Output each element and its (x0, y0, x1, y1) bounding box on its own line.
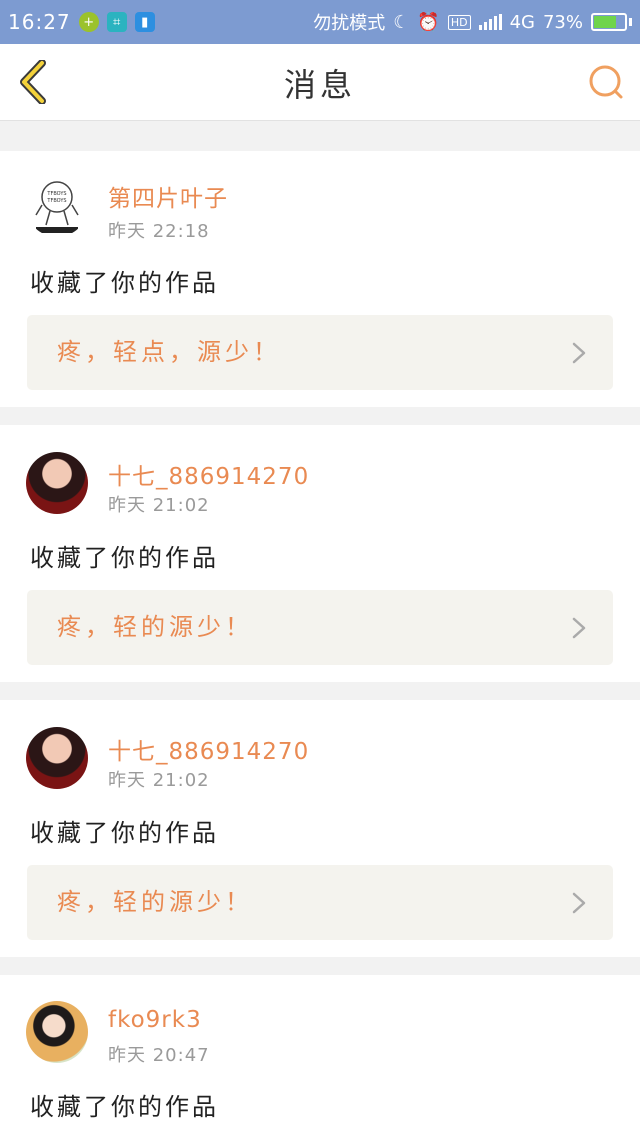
page-title: 消息 (283, 65, 356, 104)
quoted-work[interactable]: 疼，轻的源少！ (27, 590, 613, 665)
username[interactable]: 十七_886914270 (108, 457, 309, 491)
status-time: 16:27 (8, 10, 71, 34)
action-text: 收藏了你的作品 (30, 544, 219, 572)
chevron-right-icon (572, 892, 586, 914)
quoted-work-text: 疼，轻点，源少！ (57, 338, 281, 366)
plus-notification-icon: + (78, 12, 99, 32)
battery-fill (594, 16, 616, 28)
action-text: 收藏了你的作品 (30, 819, 219, 847)
search-button[interactable] (586, 62, 626, 102)
timestamp: 昨天 21:02 (108, 770, 210, 791)
quoted-work-text: 疼，轻的源少！ (57, 613, 253, 641)
hd-icon: HD (447, 14, 471, 30)
avatar[interactable]: TFBOYS TFBOYS (26, 175, 88, 237)
quoted-work-text: 疼，轻的源少！ (57, 888, 253, 916)
quoted-work[interactable]: 疼，轻点，源少！ (27, 315, 613, 390)
tfboys-sketch-icon: TFBOYS TFBOYS (35, 181, 79, 233)
search-icon (589, 65, 623, 99)
network-label: 4G (509, 11, 535, 33)
status-right: 勿扰模式 ☾ ⏰ HD 4G 73% (313, 9, 632, 35)
username[interactable]: 第四片叶子 (108, 179, 228, 213)
notification-card: fko9rk3 昨天 20:47 收藏了你的作品 (0, 975, 640, 1138)
battery-percent: 73% (542, 11, 583, 33)
signal-icon (478, 14, 502, 30)
timestamp: 昨天 21:02 (108, 495, 210, 516)
action-text: 收藏了你的作品 (30, 269, 219, 297)
chevron-right-icon (572, 342, 586, 364)
battery-icon (591, 13, 632, 31)
app-header: 消息 (0, 44, 640, 121)
avatar[interactable] (26, 452, 88, 514)
action-text: 收藏了你的作品 (30, 1093, 219, 1121)
notification-card: 十七_886914270 昨天 21:02 收藏了你的作品 疼，轻的源少！ (0, 425, 640, 682)
chevron-right-icon (572, 617, 586, 639)
moon-icon: ☾ (393, 11, 410, 33)
battery-saver-notification-icon: ▮ (134, 12, 155, 32)
alarm-icon: ⏰ (417, 11, 440, 33)
timestamp: 昨天 22:18 (108, 221, 210, 242)
dnd-label: 勿扰模式 (313, 13, 386, 34)
avatar[interactable] (26, 727, 88, 789)
notification-card: TFBOYS TFBOYS 第四片叶子 昨天 22:18 收藏了你的作品 疼，轻… (0, 151, 640, 407)
notification-card: 十七_886914270 昨天 21:02 收藏了你的作品 疼，轻的源少！ (0, 700, 640, 957)
status-bar: 16:27 + ⌗ ▮ 勿扰模式 ☾ ⏰ HD 4G 73% (0, 0, 640, 44)
status-left: 16:27 + ⌗ ▮ (8, 10, 155, 34)
quoted-work[interactable]: 疼，轻的源少！ (27, 865, 613, 940)
timestamp: 昨天 20:47 (108, 1045, 210, 1066)
svg-text:TFBOYS: TFBOYS (46, 191, 66, 197)
scan-notification-icon: ⌗ (106, 12, 127, 32)
username[interactable]: 十七_886914270 (108, 732, 309, 766)
username[interactable]: fko9rk3 (108, 1007, 202, 1033)
avatar[interactable] (26, 1001, 88, 1063)
svg-text:TFBOYS: TFBOYS (46, 198, 66, 204)
